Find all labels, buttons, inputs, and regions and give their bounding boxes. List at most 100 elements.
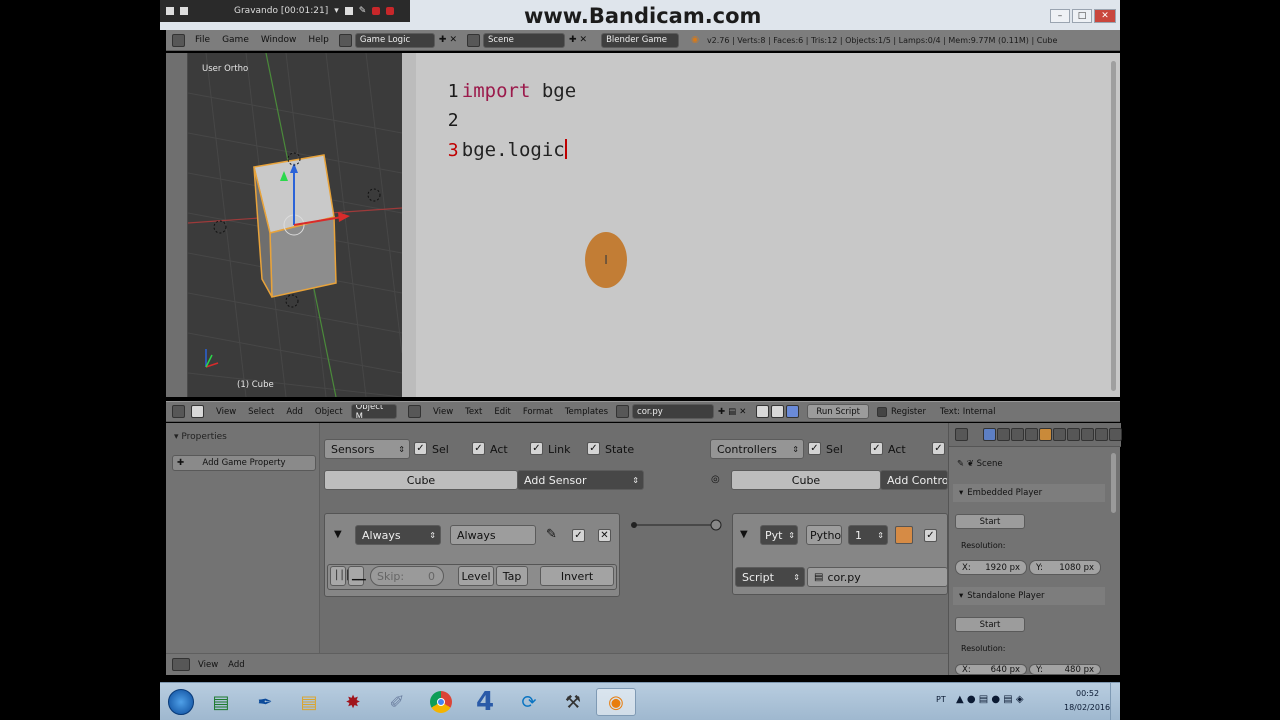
menu-window[interactable]: Window [261,35,297,45]
camera-icon[interactable] [344,7,353,15]
standalone-resolution-x[interactable]: X: 640 px [955,664,1027,675]
remove-scene-icon[interactable]: ✕ [580,35,588,45]
link-toggle-icon[interactable]: ◎ [711,474,720,485]
embedded-resolution-x[interactable]: X: 1920 px [955,560,1027,575]
render-engine-select[interactable]: Blender Game [601,32,680,48]
word-wrap-toggle-icon[interactable] [771,405,785,418]
menu-file[interactable]: File [195,35,210,45]
modifiers-tab-icon[interactable] [1067,428,1080,441]
sensor-type-dropdown[interactable]: Always ⇕ [355,525,441,545]
add-scene-icon[interactable]: ✚ [569,35,577,45]
taskbar-excel-icon[interactable]: ▤ [206,688,236,716]
menu-view[interactable]: View [433,407,453,417]
editor-type-icon[interactable] [955,428,968,441]
embedded-start-button[interactable]: Start [955,514,1025,529]
controller-filter-link-checkbox[interactable]: ✓ [932,442,945,455]
true-level-trigger-icon[interactable]: │││ [330,566,350,586]
menu-select[interactable]: Select [248,407,274,417]
sensor-active-checkbox[interactable]: ✓ [572,529,585,542]
script-file-field[interactable]: ▤ cor.py [807,567,948,587]
standalone-player-panel-header[interactable]: ▾ Standalone Player [953,587,1105,605]
unlink-text-icon[interactable]: ✕ [739,407,746,417]
menu-view[interactable]: View [216,407,236,417]
menu-text[interactable]: Text [465,407,482,417]
start-button[interactable] [164,688,198,716]
sensor-name-field[interactable]: Always [450,525,536,545]
taskbar-tool-icon[interactable]: ⚒ [558,688,588,716]
register-checkbox[interactable] [876,406,887,417]
controller-object-button[interactable]: Cube [731,470,881,490]
sensor-filter-sel-checkbox[interactable]: ✓ [414,442,427,455]
embedded-resolution-y[interactable]: Y: 1080 px [1029,560,1101,575]
taskbar-antivirus-icon[interactable]: ✸ [338,688,368,716]
editor-type-icon[interactable] [172,33,185,47]
pin-context-icon[interactable]: ✎ [957,459,964,469]
standalone-start-button[interactable]: Start [955,617,1025,632]
menu-view[interactable]: View [198,660,218,670]
text-file-field[interactable]: cor.py [632,404,715,419]
clock-date[interactable]: 18/02/2016 [1064,703,1110,712]
sensor-filter-act-checkbox[interactable]: ✓ [472,442,485,455]
mode-select[interactable]: Object M [350,404,397,419]
material-tab-icon[interactable] [1095,428,1108,441]
maximize-button[interactable]: □ [1072,9,1092,23]
3d-viewport[interactable]: User Ortho (1) Cube [166,53,402,397]
add-game-property-button[interactable]: ✚ Add Game Property [172,455,316,471]
constraints-tab-icon[interactable] [1053,428,1066,441]
tray-icons[interactable]: ▲ ● ▤ ● ▤ ◈ [956,694,1024,705]
logic-editor[interactable]: ▾ Properties ✚ Add Game Property Sensors ⇕… [166,423,948,675]
render-tab-icon[interactable] [983,428,996,441]
new-text-icon[interactable]: ✚ [718,407,725,417]
screen-layout-icon[interactable] [338,33,352,47]
sensors-dropdown[interactable]: Sensors ⇕ [324,439,410,459]
scene-field[interactable]: Scene [482,32,565,48]
menu-help[interactable]: Help [308,35,329,45]
add-layout-icon[interactable]: ✚ [439,35,447,45]
menu-game[interactable]: Game [222,35,249,45]
screen-layout-field[interactable]: Game Logic [354,32,435,48]
menu-object[interactable]: Object [315,407,343,417]
open-text-icon[interactable]: ▤ [728,407,736,417]
remove-layout-icon[interactable]: ✕ [449,35,457,45]
dropdown-icon[interactable]: ▾ [334,6,339,16]
controller-filter-act-checkbox[interactable]: ✓ [870,442,883,455]
render-layers-tab-icon[interactable] [997,428,1010,441]
scene-tab-icon[interactable] [1011,428,1024,441]
invert-button[interactable]: Invert [540,566,614,586]
embedded-player-panel-header[interactable]: ▾ Embedded Player [953,484,1105,502]
taskbar-paint-icon[interactable]: ✐ [382,688,412,716]
level-button[interactable]: Level [458,566,494,586]
text-editor[interactable]: 1 import bge 2 3 bge.logic I [402,53,1120,397]
taskbar-pen-icon[interactable]: ✒ [250,688,280,716]
menu-templates[interactable]: Templates [565,407,608,417]
sensor-remove-icon[interactable]: ✕ [598,529,611,542]
editor-type-icon[interactable] [172,405,185,418]
menu-format[interactable]: Format [523,407,553,417]
data-tab-icon[interactable] [1081,428,1094,441]
clock-time[interactable]: 00:52 [1076,689,1099,698]
text-scrollbar[interactable] [1111,61,1116,391]
pause-icon[interactable] [372,7,381,15]
taskbar-app-4-icon[interactable]: 4 [470,687,500,717]
controller-state-field[interactable]: 1 ⇕ [848,525,888,545]
close-button[interactable]: ✕ [1094,9,1116,23]
sensor-filter-link-checkbox[interactable]: ✓ [530,442,543,455]
physics-tab-icon[interactable] [1109,428,1122,441]
text-browse-icon[interactable] [616,405,630,418]
menu-add[interactable]: Add [286,407,302,417]
taskbar-chrome-icon[interactable] [426,688,456,716]
properties-scrollbar[interactable] [1111,453,1116,513]
line-numbers-toggle-icon[interactable] [756,405,770,418]
false-level-trigger-icon[interactable]: ▁▁ [348,566,366,586]
controller-name-field[interactable]: Pytho [806,525,842,545]
show-desktop-button[interactable] [1110,683,1120,720]
viewport-shade-icon[interactable] [191,405,204,418]
taskbar-browser-icon[interactable]: ⟳ [514,688,544,716]
add-sensor-dropdown[interactable]: Add Sensor ⇕ [517,470,644,490]
editor-type-icon[interactable] [408,405,421,418]
controller-active-checkbox[interactable]: ✓ [924,529,937,542]
sensor-collapse-icon[interactable]: ▼ [334,529,342,540]
sensor-filter-state-checkbox[interactable]: ✓ [587,442,600,455]
controller-filter-sel-checkbox[interactable]: ✓ [808,442,821,455]
syntax-highlight-toggle-icon[interactable] [786,405,800,418]
